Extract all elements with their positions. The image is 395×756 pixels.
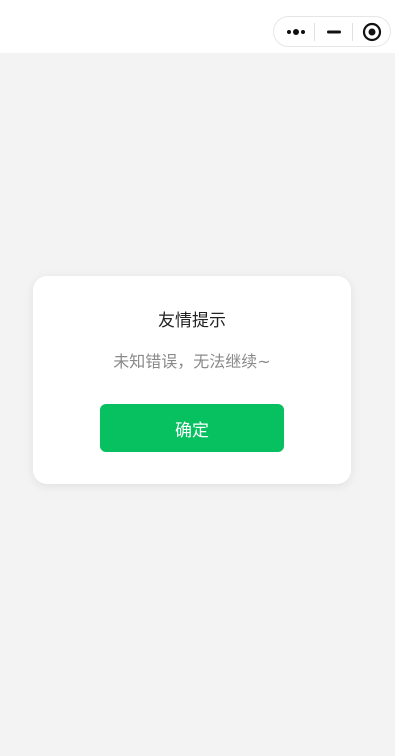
alert-dialog: 友情提示 未知错误，无法继续~ 确定 bbox=[33, 276, 351, 484]
top-bar bbox=[0, 0, 395, 53]
capsule-divider bbox=[352, 23, 353, 41]
minimize-icon bbox=[327, 30, 341, 33]
capsule-divider bbox=[314, 23, 315, 41]
confirm-button[interactable]: 确定 bbox=[100, 404, 284, 452]
minimize-button[interactable] bbox=[318, 17, 350, 46]
dialog-message: 未知错误，无法继续~ bbox=[113, 352, 271, 371]
dialog-title: 友情提示 bbox=[158, 311, 226, 331]
more-dots-icon bbox=[287, 28, 305, 35]
target-close-icon bbox=[362, 22, 382, 41]
close-button[interactable] bbox=[356, 17, 388, 46]
menu-capsule bbox=[273, 16, 391, 47]
more-button[interactable] bbox=[280, 17, 312, 46]
